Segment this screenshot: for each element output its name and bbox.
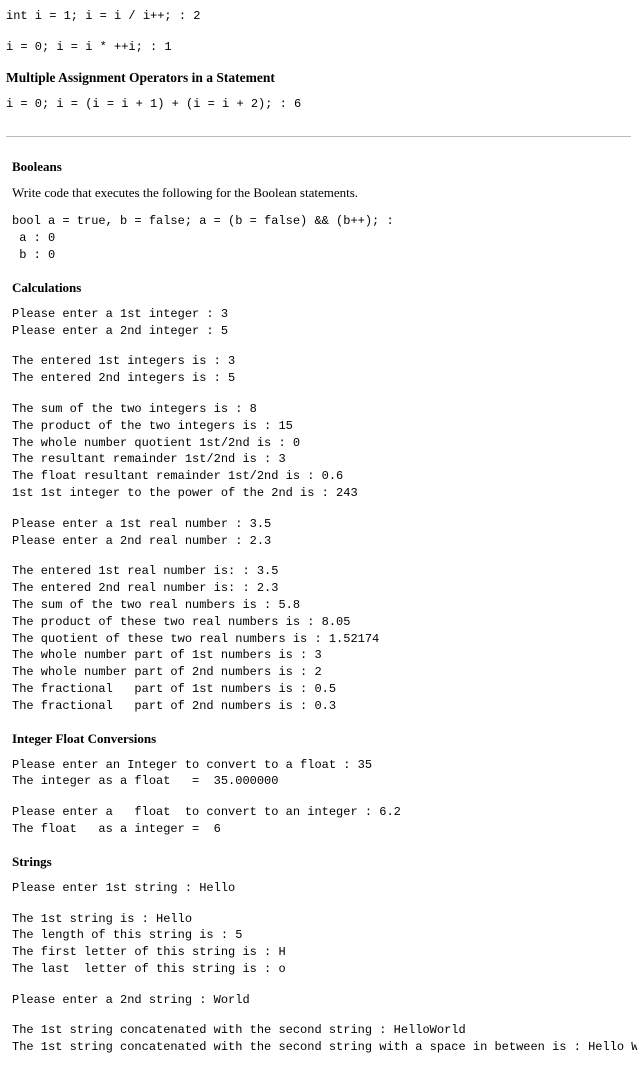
calc-block-2: The entered 1st integers is : 3 The ente…: [12, 353, 631, 387]
section-divider: [6, 136, 631, 137]
heading-booleans: Booleans: [12, 159, 631, 175]
calc-block-1: Please enter a 1st integer : 3 Please en…: [12, 306, 631, 340]
code-line-top-2: i = 0; i = i * ++i; : 1: [6, 39, 631, 56]
strings-block-1: Please enter 1st string : Hello: [12, 880, 631, 897]
strings-block-2: The 1st string is : Hello The length of …: [12, 911, 631, 978]
intfloat-block-2: Please enter a float to convert to an in…: [12, 804, 631, 838]
heading-calculations: Calculations: [12, 280, 631, 296]
code-booleans: bool a = true, b = false; a = (b = false…: [12, 213, 631, 263]
calc-block-3: The sum of the two integers is : 8 The p…: [12, 401, 631, 502]
strings-block-3: Please enter a 2nd string : World: [12, 992, 631, 1009]
heading-strings: Strings: [12, 854, 631, 870]
lower-section: Booleans Write code that executes the fo…: [6, 159, 631, 1056]
code-multiple-assignment: i = 0; i = (i = i + 1) + (i = i + 2); : …: [6, 96, 631, 113]
calc-block-5: The entered 1st real number is: : 3.5 Th…: [12, 563, 631, 714]
booleans-intro: Write code that executes the following f…: [12, 185, 631, 201]
calc-block-4: Please enter a 1st real number : 3.5 Ple…: [12, 516, 631, 550]
intfloat-block-1: Please enter an Integer to convert to a …: [12, 757, 631, 791]
heading-int-float: Integer Float Conversions: [12, 731, 631, 747]
code-line-top-1: int i = 1; i = i / i++; : 2: [6, 8, 631, 25]
strings-block-4: The 1st string concatenated with the sec…: [12, 1022, 631, 1056]
heading-multiple-assignment: Multiple Assignment Operators in a State…: [6, 70, 631, 86]
